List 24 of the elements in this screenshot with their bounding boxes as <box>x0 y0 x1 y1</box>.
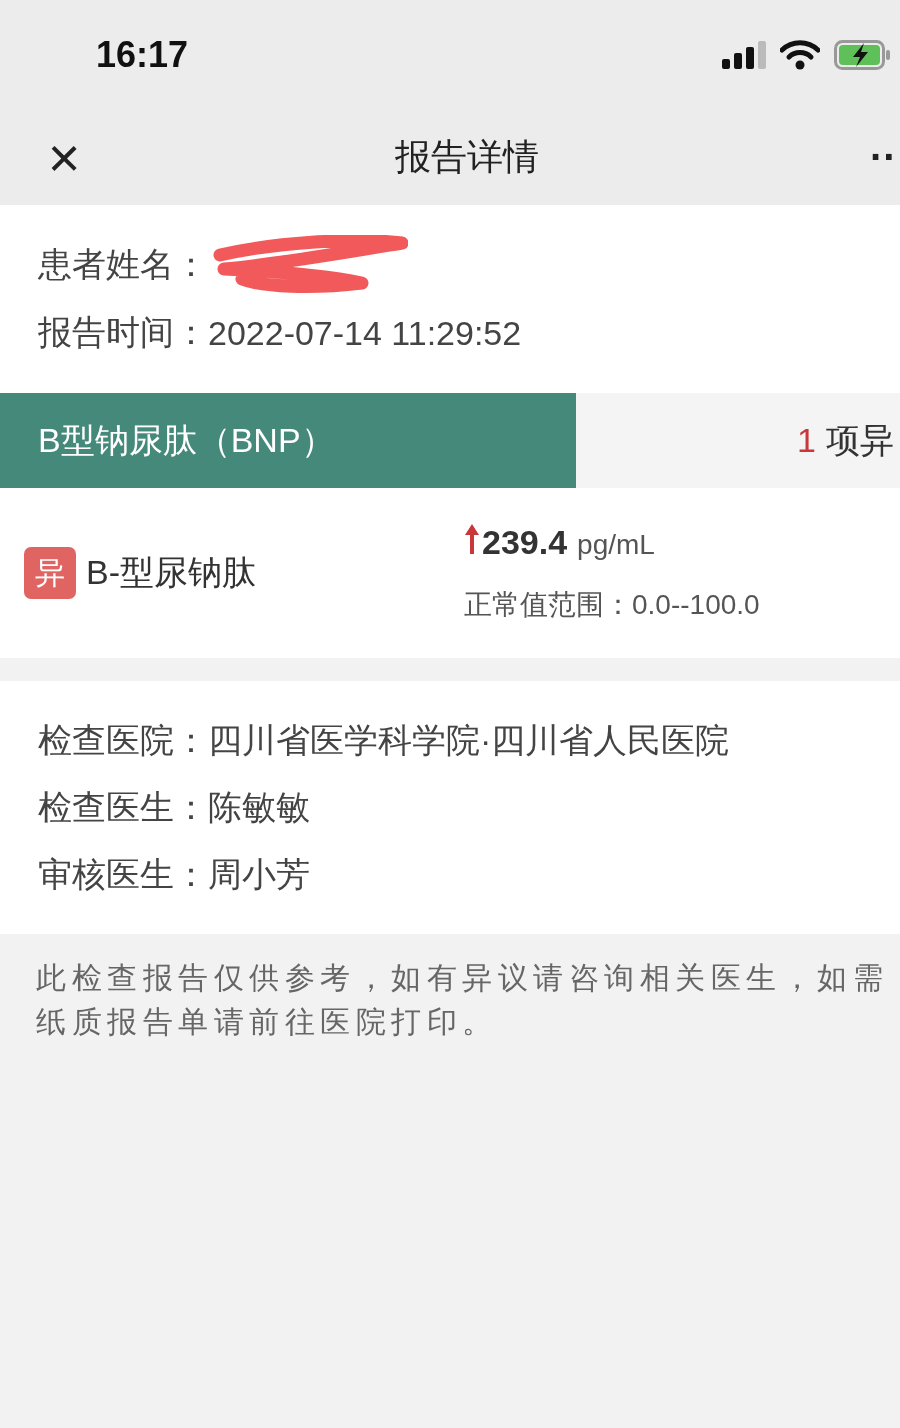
disclaimer-text: 此检查报告仅供参考，如有异议请咨询相关医生，如需纸质报告单请前往医院打印。 <box>36 960 889 1040</box>
detail-value: 周小芳 <box>208 853 310 895</box>
name-label: 患者姓名： <box>38 244 208 285</box>
status-time: 16:17 <box>96 34 190 76</box>
detail-value: 四川省医学科学院·四川省人民医院 <box>208 719 730 761</box>
detail-label: 检查医生： <box>38 786 208 828</box>
abnormal-badge: 异 <box>24 547 76 599</box>
result-unit: pg/mL <box>577 528 655 561</box>
detail-label: 审核医生： <box>38 853 208 895</box>
detail-label: 检查医院： <box>38 719 208 761</box>
normal-range: 0.0--100.0 <box>632 588 760 620</box>
charging-battery-icon <box>834 40 892 70</box>
result-value: 239.4 <box>482 522 568 562</box>
result-tab[interactable]: B型钠尿肽（BNP） <box>0 393 576 488</box>
close-button[interactable]: × <box>34 129 94 186</box>
report-time: 2022-07-14 11:29:52 <box>208 313 522 353</box>
test-name: B-型尿钠肽 <box>86 552 256 593</box>
report-time-label: 报告时间： <box>38 312 208 353</box>
signal-icon <box>722 41 766 69</box>
normal-range-label: 正常值范围： <box>464 588 632 620</box>
wifi-icon <box>780 40 820 70</box>
detail-value: 陈敏敏 <box>208 786 310 828</box>
more-button[interactable]: ·· <box>870 135 900 180</box>
page-title: 报告详情 <box>394 135 540 179</box>
